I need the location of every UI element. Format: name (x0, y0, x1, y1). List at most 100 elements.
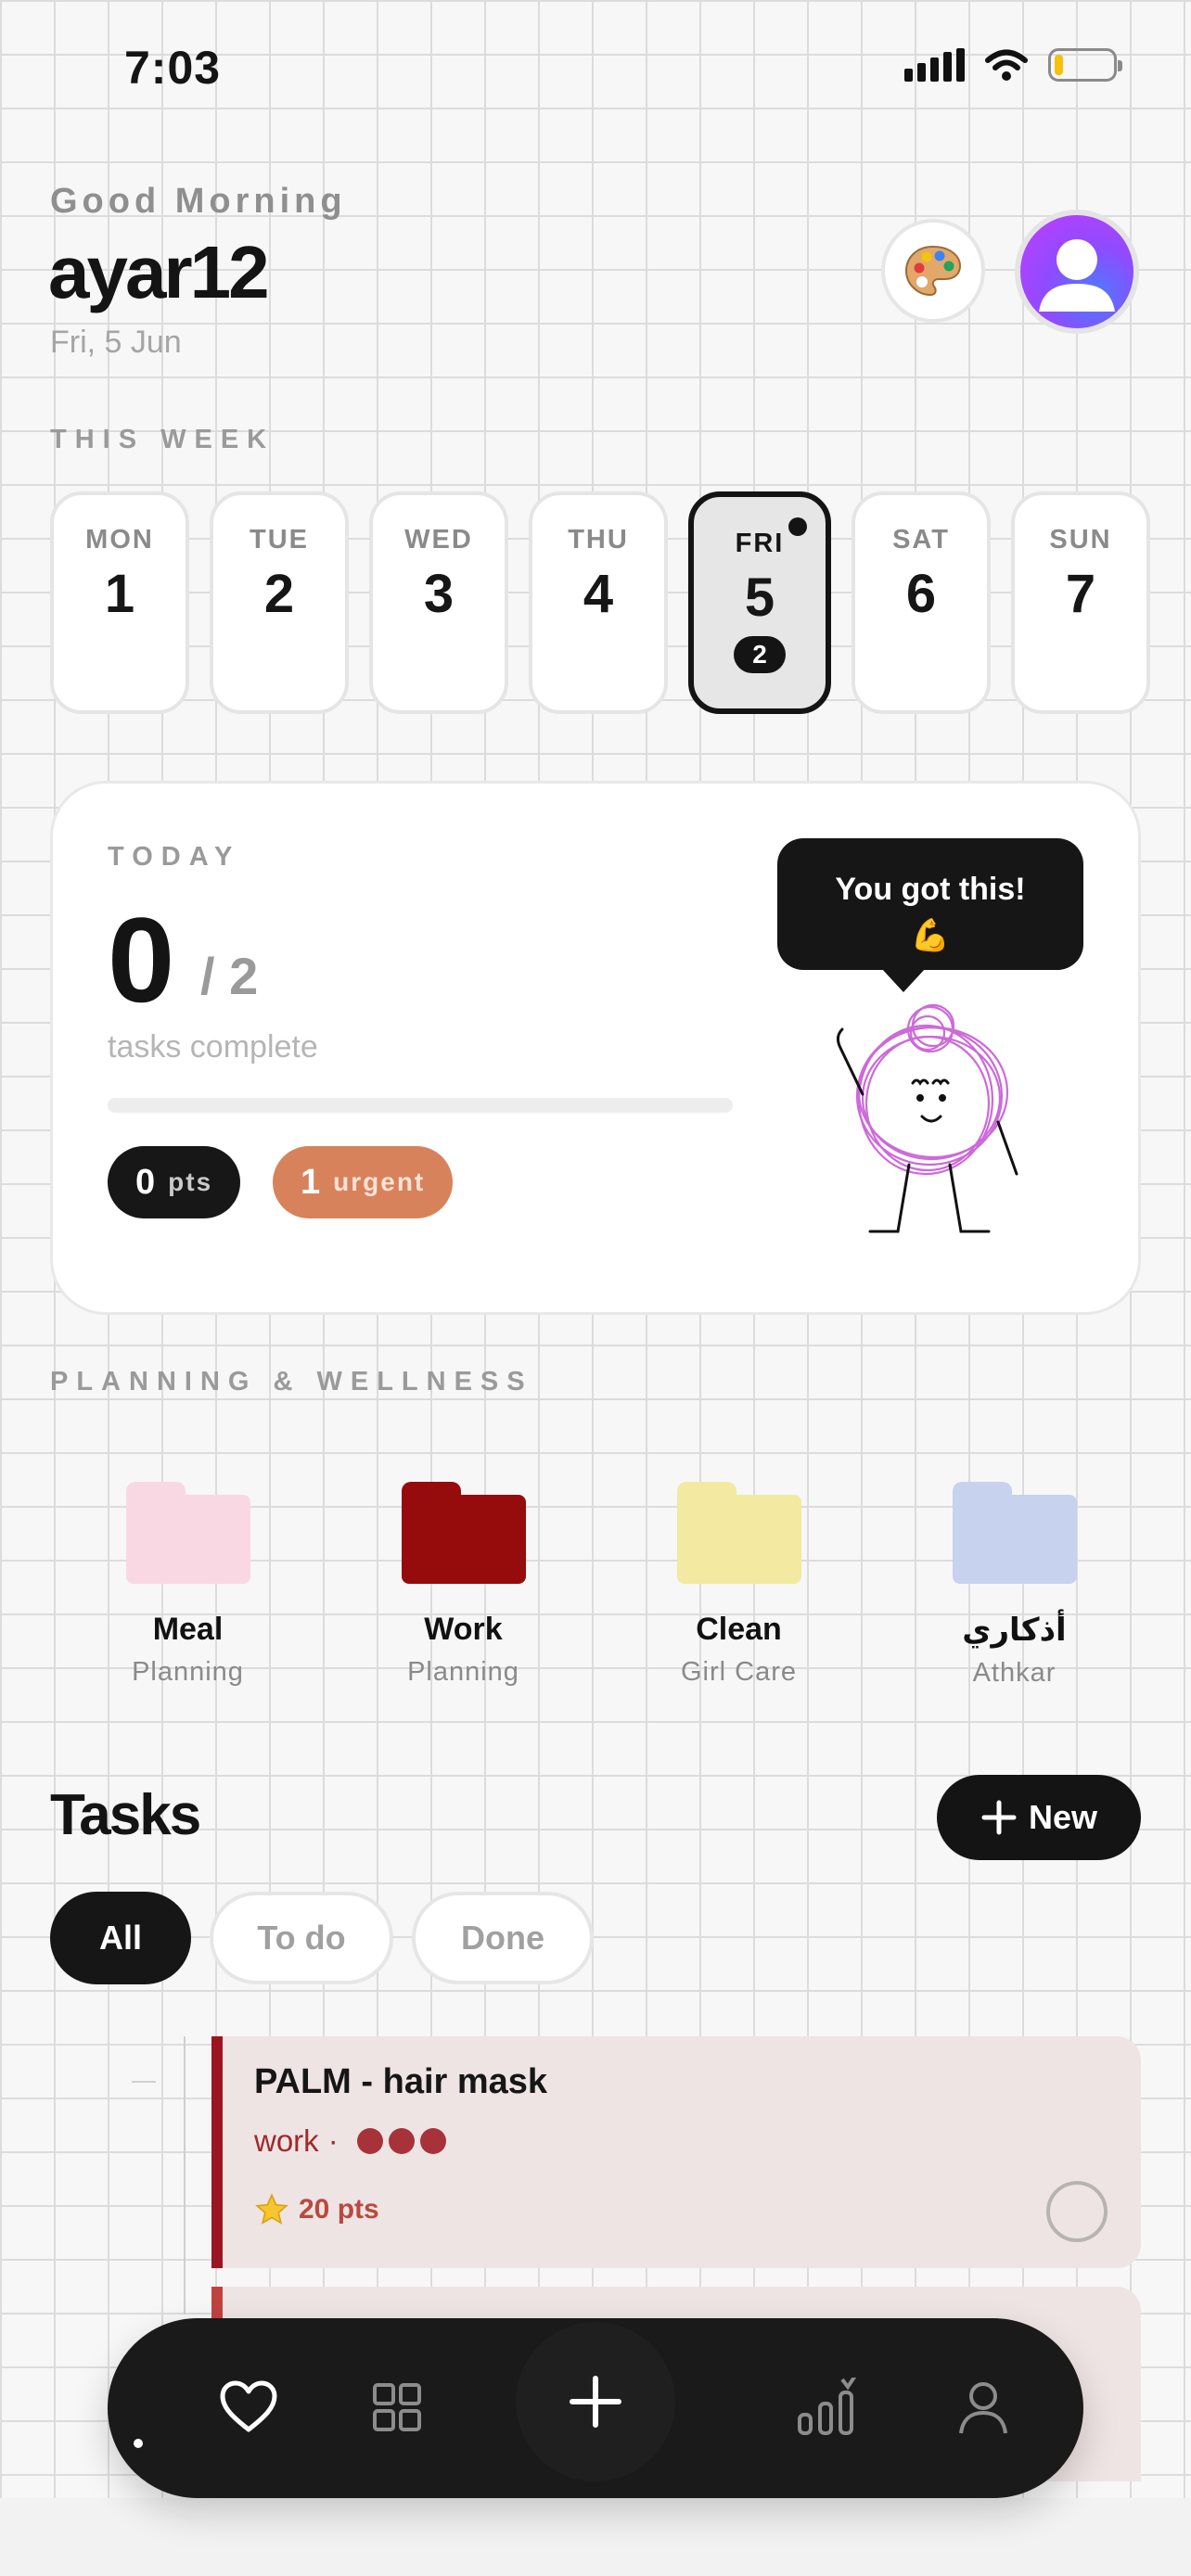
day-name: WED (404, 525, 473, 555)
plus-icon (570, 2376, 621, 2428)
folder-subtitle: Planning (132, 1657, 244, 1687)
points-value: 0 (135, 1162, 156, 1202)
day-name: SAT (892, 525, 950, 555)
day-tue[interactable]: TUE 2 (210, 491, 349, 714)
folder-icon (401, 1482, 526, 1584)
add-task-fab[interactable] (516, 2322, 675, 2481)
folder-icon (125, 1482, 250, 1584)
username: ayar12 (48, 231, 270, 313)
planning-wellness-label: PLANNING & WELLNESS (50, 1367, 533, 1396)
day-number: 6 (905, 564, 937, 624)
this-week-label: THIS WEEK (50, 425, 275, 454)
folder-subtitle: Girl Care (680, 1657, 797, 1687)
filter-all[interactable]: All (50, 1892, 191, 1984)
theme-palette-button[interactable] (881, 219, 985, 323)
folder-title: Clean (696, 1612, 782, 1647)
filter-to-do[interactable]: To do (210, 1892, 393, 1984)
day-number: 1 (104, 564, 135, 624)
today-label: TODAY (108, 842, 241, 872)
folder-subtitle: Athkar (972, 1658, 1057, 1688)
tab-categories[interactable] (360, 2370, 434, 2444)
day-name: MON (85, 525, 154, 555)
grid-icon (373, 2383, 421, 2431)
folder-icon (676, 1482, 801, 1584)
day-sat[interactable]: SAT 6 (852, 491, 991, 714)
current-date: Fri, 5 Jun (50, 325, 182, 360)
folder-icon (952, 1482, 1077, 1584)
folder-athkar[interactable]: أذكاري Athkar (877, 1482, 1152, 1689)
week-strip: MON 1 TUE 2 WED 3 THU 4 FRI 5 2 SAT 6 SU… (50, 491, 1150, 714)
task-name: PALM - hair mask (254, 2062, 548, 2101)
planning-folders: Meal Planning Work Planning Clean Girl C… (50, 1482, 1154, 1689)
task-filters: All To do Done (50, 1892, 594, 1984)
plus-icon (981, 1800, 1017, 1835)
urgent-label: urgent (333, 1167, 426, 1196)
heart-icon (220, 2380, 277, 2432)
tasks-heading: Tasks (50, 1783, 201, 1847)
encouragement-bubble: You got this! 💪 (777, 838, 1083, 992)
tasks-total-count: / 2 (200, 947, 259, 1005)
profile-icon (959, 2382, 1007, 2434)
today-indicator-dot (788, 517, 807, 536)
tab-stats[interactable] (790, 2370, 864, 2444)
urgent-count: 1 (301, 1162, 321, 1202)
wifi-icon (985, 49, 1028, 81)
folder-subtitle: Planning (407, 1657, 519, 1687)
day-sun[interactable]: SUN 7 (1011, 491, 1150, 714)
day-task-count-badge: 2 (734, 636, 786, 673)
active-tab-indicator (134, 2439, 143, 2448)
timeline-line (184, 2036, 186, 2315)
tasks-complete-label: tasks complete (108, 1029, 318, 1065)
timeline-tick (132, 2081, 156, 2083)
day-number: 2 (263, 564, 295, 624)
day-name: TUE (250, 525, 309, 555)
bottom-safe-area (0, 2498, 1191, 2576)
day-wed[interactable]: WED 3 (369, 491, 508, 714)
user-avatar-icon (1039, 239, 1115, 312)
day-thu[interactable]: THU 4 (529, 491, 668, 714)
task-meta: work · (254, 2123, 446, 2159)
bubble-text: You got this! (835, 872, 1026, 907)
user-avatar-button[interactable] (1015, 210, 1139, 334)
new-task-button[interactable]: New (937, 1775, 1141, 1860)
folder-title: أذكاري (962, 1613, 1067, 1648)
signal-icon (904, 48, 965, 82)
status-icons (904, 48, 1122, 82)
priority-dots (356, 2128, 446, 2154)
folder-work-planning[interactable]: Work Planning (326, 1482, 601, 1689)
filter-done[interactable]: Done (412, 1892, 594, 1984)
flexed-biceps-emoji: 💪 (910, 918, 951, 953)
tab-home[interactable] (211, 2370, 286, 2444)
points-unit: pts (168, 1167, 213, 1196)
progress-bar (108, 1098, 733, 1113)
greeting: Good Morning (50, 182, 347, 221)
day-name: SUN (1049, 525, 1112, 555)
urgent-badge[interactable]: 1 urgent (273, 1146, 454, 1218)
day-fri-selected[interactable]: FRI 5 2 (688, 491, 831, 714)
doodle-mascot (836, 1003, 1018, 1233)
star-icon (255, 2193, 288, 2225)
folder-meal-planning[interactable]: Meal Planning (50, 1482, 326, 1689)
meta-separator: · (327, 2123, 339, 2158)
day-name: FRI (735, 529, 785, 558)
task-complete-checkbox[interactable] (1046, 2181, 1108, 2242)
task-category: work (254, 2123, 319, 2158)
day-number: 3 (423, 564, 455, 624)
day-number: 7 (1065, 564, 1096, 624)
battery-icon (1048, 48, 1122, 82)
tasks-done-count: 0 (108, 892, 175, 1027)
folder-title: Work (424, 1612, 503, 1647)
tab-profile[interactable] (946, 2370, 1020, 2444)
day-name: THU (568, 525, 629, 555)
new-task-label: New (1028, 1798, 1098, 1836)
task-points-value: 20 pts (299, 2194, 379, 2225)
day-number: 5 (744, 567, 775, 628)
day-mon[interactable]: MON 1 (50, 491, 189, 714)
folder-title: Meal (152, 1612, 224, 1647)
folder-clean-girl-care[interactable]: Clean Girl Care (601, 1482, 877, 1689)
palette-icon (904, 245, 962, 297)
task-points: 20 pts (254, 2192, 379, 2227)
status-time: 7:03 (124, 42, 222, 94)
points-badge: 0 pts (108, 1146, 241, 1218)
day-number: 4 (583, 564, 614, 624)
